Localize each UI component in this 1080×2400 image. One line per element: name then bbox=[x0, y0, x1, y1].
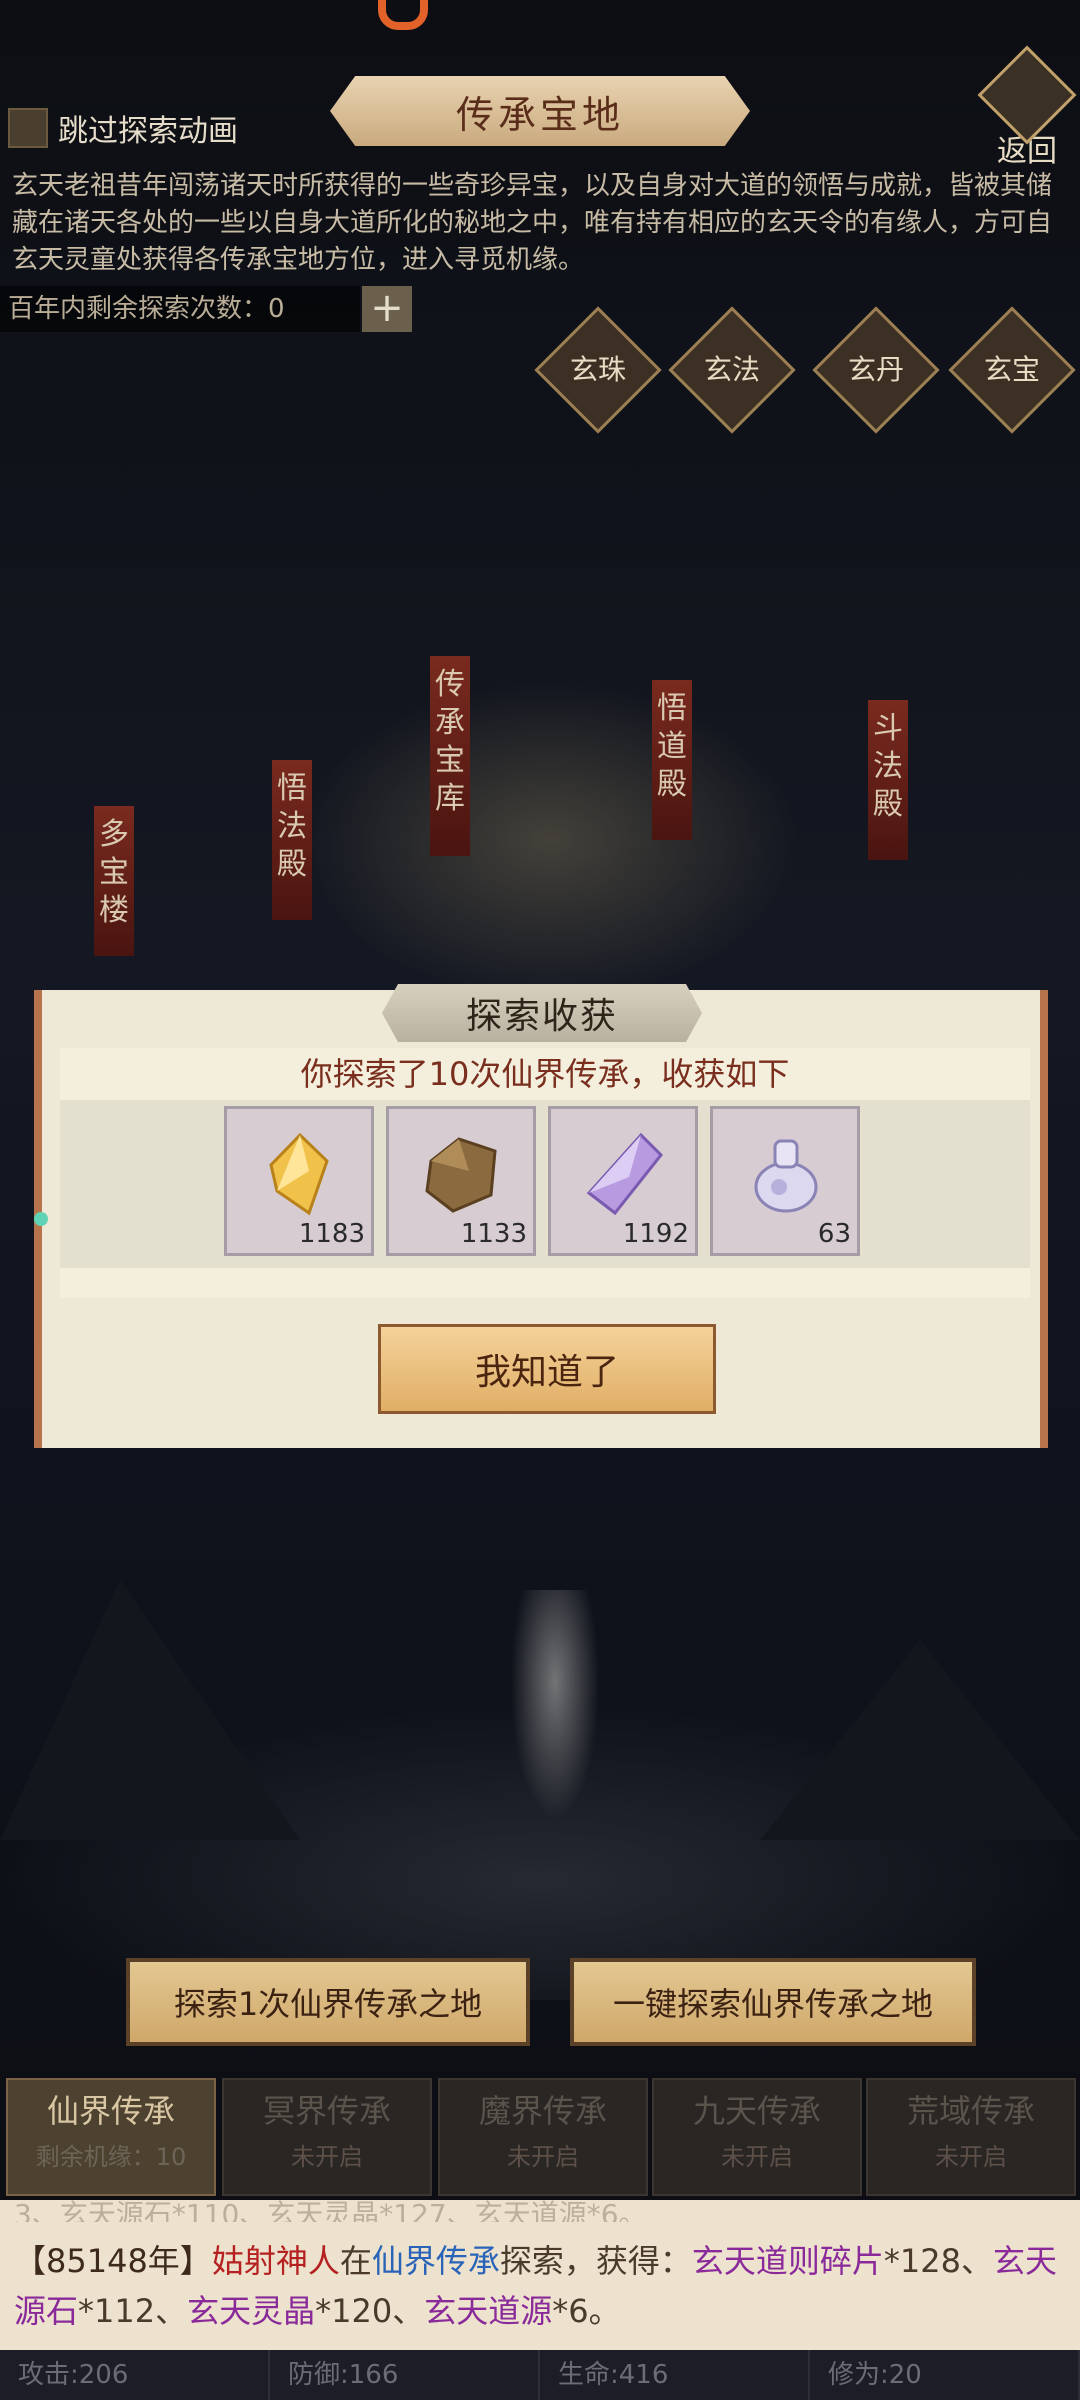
source-stone-icon bbox=[425, 1137, 497, 1213]
log-amount: *6。 bbox=[552, 2292, 621, 2330]
reward-count: 63 bbox=[817, 1219, 851, 1249]
category-xuanfa-button[interactable]: 玄法 bbox=[668, 306, 796, 434]
hall-wufadian[interactable]: 悟法殿 bbox=[272, 760, 312, 920]
tab-status: 未开启 bbox=[291, 2143, 363, 2171]
category-xuandan-button[interactable]: 玄丹 bbox=[812, 306, 940, 434]
tab-mingjie[interactable]: 冥界传承 未开启 bbox=[222, 2078, 432, 2196]
stat-cultivation: 修为:20 bbox=[810, 2350, 1080, 2400]
category-label: 玄法 bbox=[703, 353, 760, 386]
logo-icon bbox=[378, 0, 428, 30]
explore-count-row: 百年内剩余探索次数：0 + bbox=[0, 286, 412, 332]
log-reward: 玄天灵晶 bbox=[187, 2292, 316, 2330]
stat-defense: 防御:166 bbox=[270, 2350, 540, 2400]
tab-xianjie[interactable]: 仙界传承 剩余机缘：10 bbox=[6, 2078, 216, 2196]
confirm-label: 我知道了 bbox=[474, 1352, 619, 1393]
reward-item[interactable]: 63 bbox=[710, 1106, 860, 1256]
log-reward: 玄天道源 bbox=[424, 2292, 553, 2330]
skip-animation-toggle[interactable]: 跳过探索动画 bbox=[8, 106, 238, 150]
category-label: 玄丹 bbox=[847, 353, 904, 386]
reward-list: 1183 1133 1192 63 bbox=[60, 1100, 1030, 1268]
tab-mojie[interactable]: 魔界传承 未开启 bbox=[438, 2078, 648, 2196]
log-previous-line: 3、玄天源石*110、玄天灵晶*127、玄天道源*6。 bbox=[14, 2200, 647, 2222]
tab-jiutian[interactable]: 九天传承 未开启 bbox=[652, 2078, 862, 2196]
result-dialog: 探索收获 你探索了10次仙界传承，收获如下 1183 1133 1192 63 … bbox=[34, 984, 1048, 1448]
stat-hp: 生命:416 bbox=[540, 2350, 810, 2400]
reward-item[interactable]: 1133 bbox=[386, 1106, 536, 1256]
reward-count: 1183 bbox=[298, 1219, 365, 1249]
log-entry: 【85148年】姑射神人在仙界传承探索，获得：玄天道则碎片*128、玄天源石*1… bbox=[14, 2236, 1070, 2336]
log-text: 探索，获得： bbox=[499, 2242, 692, 2280]
skip-animation-label: 跳过探索动画 bbox=[58, 114, 238, 149]
reward-count: 1133 bbox=[460, 1219, 527, 1249]
hall-doufadian[interactable]: 斗法殿 bbox=[868, 700, 908, 860]
log-amount: *128、 bbox=[883, 2242, 993, 2280]
tab-label: 魔界传承 bbox=[478, 2092, 607, 2130]
exploration-log: 3、玄天源石*110、玄天灵晶*127、玄天道源*6。 【85148年】姑射神人… bbox=[0, 2200, 1080, 2350]
explore-count-label: 百年内剩余探索次数：0 bbox=[0, 286, 360, 332]
page-title: 传承宝地 bbox=[455, 92, 624, 137]
tab-status: 未开启 bbox=[935, 2143, 1007, 2171]
skip-checkbox[interactable] bbox=[8, 108, 48, 148]
tab-status: 剩余机缘：10 bbox=[35, 2143, 187, 2171]
add-count-button[interactable]: + bbox=[362, 286, 412, 332]
side-indicator-icon bbox=[34, 1212, 48, 1226]
realm-tabs: 仙界传承 剩余机缘：10 冥界传承 未开启 魔界传承 未开启 九天传承 未开启 … bbox=[0, 2078, 1080, 2198]
log-reward: 玄天道则碎片 bbox=[691, 2242, 884, 2280]
hall-chuanchengbaoku[interactable]: 传承宝库 bbox=[430, 656, 470, 856]
category-xuanzhu-button[interactable]: 玄珠 bbox=[534, 306, 662, 434]
log-place: 仙界传承 bbox=[371, 2242, 500, 2280]
reward-item[interactable]: 1192 bbox=[548, 1106, 698, 1256]
category-label: 玄珠 bbox=[569, 353, 626, 386]
reward-count: 1192 bbox=[622, 1219, 689, 1249]
tab-label: 仙界传承 bbox=[46, 2092, 175, 2130]
title-banner: 传承宝地 bbox=[330, 76, 750, 146]
hall-duobaolou[interactable]: 多宝楼 bbox=[94, 806, 134, 956]
category-label: 玄宝 bbox=[983, 353, 1040, 386]
explore-all-label: 一键探索仙界传承之地 bbox=[612, 1985, 933, 2023]
dialog-title: 探索收获 bbox=[465, 996, 618, 1037]
player-stats-bar: 攻击:206 防御:166 生命:416 修为:20 bbox=[0, 2350, 1080, 2400]
back-button[interactable]: 返回 bbox=[977, 45, 1077, 170]
log-amount: *120、 bbox=[315, 2292, 425, 2330]
dialog-message: 你探索了10次仙界传承，收获如下 bbox=[300, 1055, 790, 1093]
tab-status: 未开启 bbox=[721, 2143, 793, 2171]
description-text: 玄天老祖昔年闯荡诸天时所获得的一些奇珍异宝，以及自身对大道的领悟与成就，皆被其储… bbox=[12, 171, 1053, 275]
log-player: 姑射神人 bbox=[211, 2242, 340, 2280]
dialog-header: 探索收获 bbox=[382, 984, 702, 1042]
dialog-body: 你探索了10次仙界传承，收获如下 1183 1133 1192 63 bbox=[60, 1048, 1030, 1298]
tab-huangyu[interactable]: 荒域传承 未开启 bbox=[866, 2078, 1076, 2196]
tab-label: 冥界传承 bbox=[262, 2092, 391, 2130]
spirit-vase-icon bbox=[754, 1139, 818, 1213]
explore-all-button[interactable]: 一键探索仙界传承之地 bbox=[570, 1958, 976, 2046]
log-year: 【85148年】 bbox=[14, 2242, 212, 2280]
confirm-button[interactable]: 我知道了 bbox=[378, 1324, 716, 1414]
tab-label: 九天传承 bbox=[692, 2092, 821, 2130]
stat-attack: 攻击:206 bbox=[0, 2350, 270, 2400]
purple-crystal-icon bbox=[586, 1132, 664, 1216]
hall-wudaodian[interactable]: 悟道殿 bbox=[652, 680, 692, 840]
tab-status: 未开启 bbox=[507, 2143, 579, 2171]
reward-item[interactable]: 1183 bbox=[224, 1106, 374, 1256]
explore-once-button[interactable]: 探索1次仙界传承之地 bbox=[126, 1958, 530, 2046]
tab-label: 荒域传承 bbox=[906, 2092, 1035, 2130]
golden-crystal-icon bbox=[269, 1132, 329, 1216]
log-text: 在 bbox=[339, 2242, 372, 2280]
explore-once-label: 探索1次仙界传承之地 bbox=[173, 1985, 483, 2023]
log-amount: *112、 bbox=[78, 2292, 188, 2330]
category-xuanbao-button[interactable]: 玄宝 bbox=[948, 306, 1076, 434]
